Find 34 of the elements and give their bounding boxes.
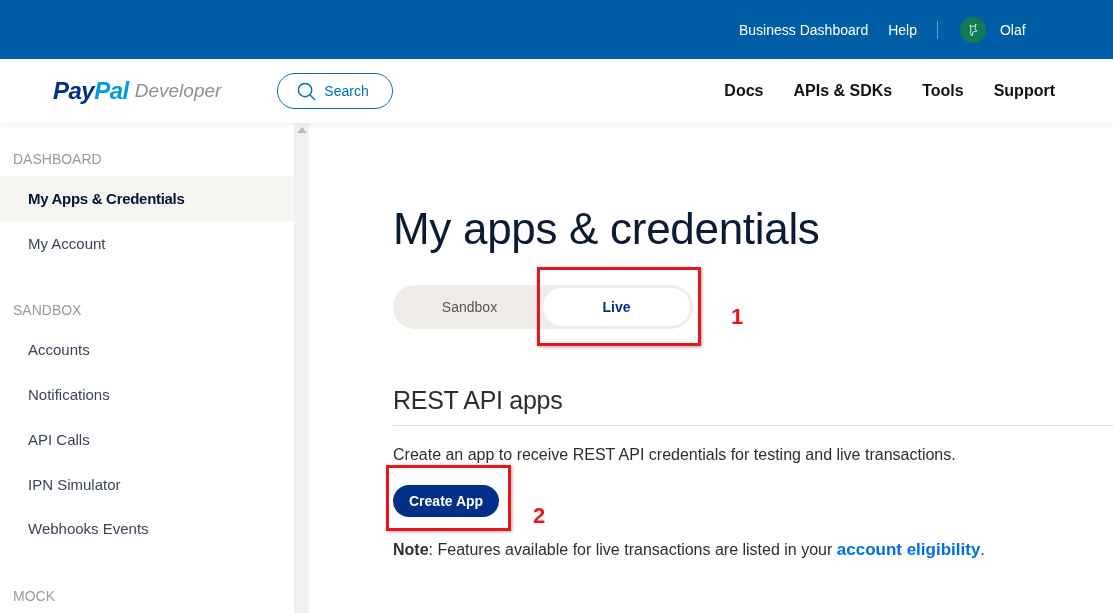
scroll-up-icon[interactable]	[296, 127, 307, 133]
sidebar-item[interactable]: My Account	[0, 220, 294, 266]
annotation-number: 1	[731, 304, 744, 330]
create-app-button[interactable]: Create App	[393, 485, 500, 517]
sidebar-heading: SANDBOX	[12, 302, 83, 321]
page-title: My apps & credentials	[393, 204, 821, 254]
user-name[interactable]: Olaf	[1000, 21, 1026, 38]
environment-tab[interactable]: Sandbox	[396, 288, 543, 326]
sidebar-item[interactable]: IPN Simulator	[0, 461, 294, 507]
top-bar-link[interactable]: Business Dashboard	[739, 21, 869, 38]
sidebar-heading: MOCK	[12, 588, 56, 607]
user-avatar-icon[interactable]	[960, 16, 986, 43]
sidebar-item[interactable]: Accounts	[0, 327, 294, 372]
nav-link[interactable]: Docs	[724, 82, 764, 100]
note-text: Note: Features available for live transactions are listed in your account eligibility.	[393, 540, 986, 560]
top-bar-link[interactable]: Help	[888, 21, 917, 38]
sidebar-item[interactable]: API Calls	[0, 416, 294, 462]
search-icon	[297, 81, 317, 101]
section-title: REST API apps	[393, 386, 1113, 426]
nav-link[interactable]: Support	[993, 82, 1055, 100]
paypal-logo[interactable]: PayPal	[53, 77, 129, 105]
description-text: Create an app to receive REST API credentials for testing and live transactions.	[393, 446, 957, 464]
search-button[interactable]: Search	[277, 73, 394, 109]
scrollbar[interactable]	[294, 123, 309, 613]
sidebar-item[interactable]: Webhooks Events	[0, 506, 294, 552]
logo-subtitle: Developer	[134, 80, 222, 102]
sidebar-item[interactable]: Notifications	[0, 372, 294, 417]
sidebar-heading: DASHBOARD	[12, 151, 103, 169]
nav-link[interactable]: APIs & SDKs	[793, 82, 893, 100]
environment-tab[interactable]: Live	[543, 288, 690, 326]
sidebar-item[interactable]: My Apps & Credentials	[0, 175, 294, 221]
nav-link[interactable]: Tools	[922, 82, 964, 100]
account-eligibility-link[interactable]: account eligibility	[836, 540, 981, 559]
annotation-number: 2	[533, 503, 546, 529]
